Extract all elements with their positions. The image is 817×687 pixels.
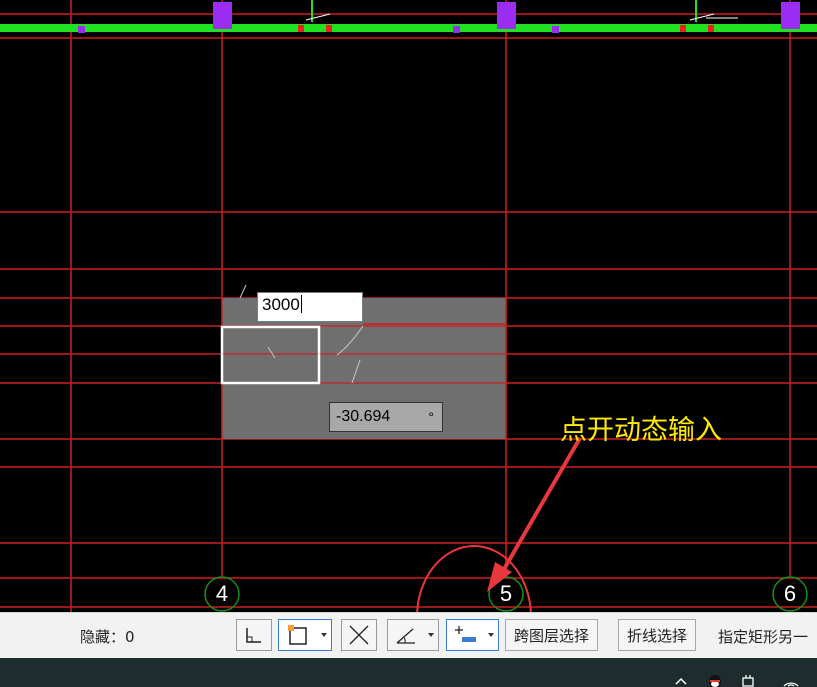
object-snap-button[interactable] bbox=[278, 619, 332, 651]
chevron-down-icon[interactable] bbox=[321, 633, 327, 637]
power-icon[interactable] bbox=[741, 674, 757, 687]
text-caret bbox=[300, 295, 302, 313]
length-input-value: 3000 bbox=[262, 295, 300, 314]
angle-input-value: -30.694 bbox=[336, 408, 391, 425]
ortho-icon bbox=[246, 628, 261, 643]
hidden-count-label: 隐藏：0 bbox=[80, 628, 135, 646]
qq-icon[interactable] bbox=[707, 674, 723, 687]
axis-label-4: 4 bbox=[215, 581, 229, 606]
annotation-text: 点开动态输入 bbox=[560, 415, 722, 446]
length-input[interactable]: 3000 bbox=[257, 292, 363, 322]
command-prompt: 指定矩形另一 bbox=[718, 628, 809, 646]
object-snap-icon bbox=[288, 625, 307, 645]
axis-label-6: 6 bbox=[783, 581, 797, 606]
polar-tracking-icon bbox=[396, 628, 415, 644]
status-bar: 隐藏：0 跨图层选择 折线选择 指定矩形另一 bbox=[0, 612, 817, 659]
chevron-up-icon[interactable] bbox=[674, 674, 688, 687]
wall-strip bbox=[0, 24, 817, 32]
chevron-down-icon[interactable] bbox=[428, 633, 434, 637]
ortho-button[interactable] bbox=[236, 619, 272, 651]
polyline-select-button[interactable]: 折线选择 bbox=[618, 619, 697, 651]
intersection-icon bbox=[349, 625, 369, 645]
dynamic-input-icon bbox=[454, 626, 476, 642]
drawing-canvas[interactable]: 3000 -30.694 ° 4 5 6 点开动态输入 bbox=[0, 0, 817, 612]
axis-label-5: 5 bbox=[499, 581, 513, 606]
angle-input[interactable]: -30.694 ° bbox=[329, 402, 443, 432]
wifi-icon[interactable] bbox=[782, 674, 800, 687]
angle-unit: ° bbox=[428, 409, 434, 425]
cross-layer-select-button[interactable]: 跨图层选择 bbox=[505, 619, 599, 651]
polar-tracking-button[interactable] bbox=[387, 619, 439, 651]
intersection-button[interactable] bbox=[341, 619, 377, 651]
taskbar bbox=[0, 658, 817, 687]
callout-arrow bbox=[487, 436, 582, 592]
chevron-down-icon[interactable] bbox=[488, 633, 494, 637]
drawing-svg bbox=[0, 0, 817, 612]
dynamic-input-button[interactable] bbox=[446, 619, 499, 651]
